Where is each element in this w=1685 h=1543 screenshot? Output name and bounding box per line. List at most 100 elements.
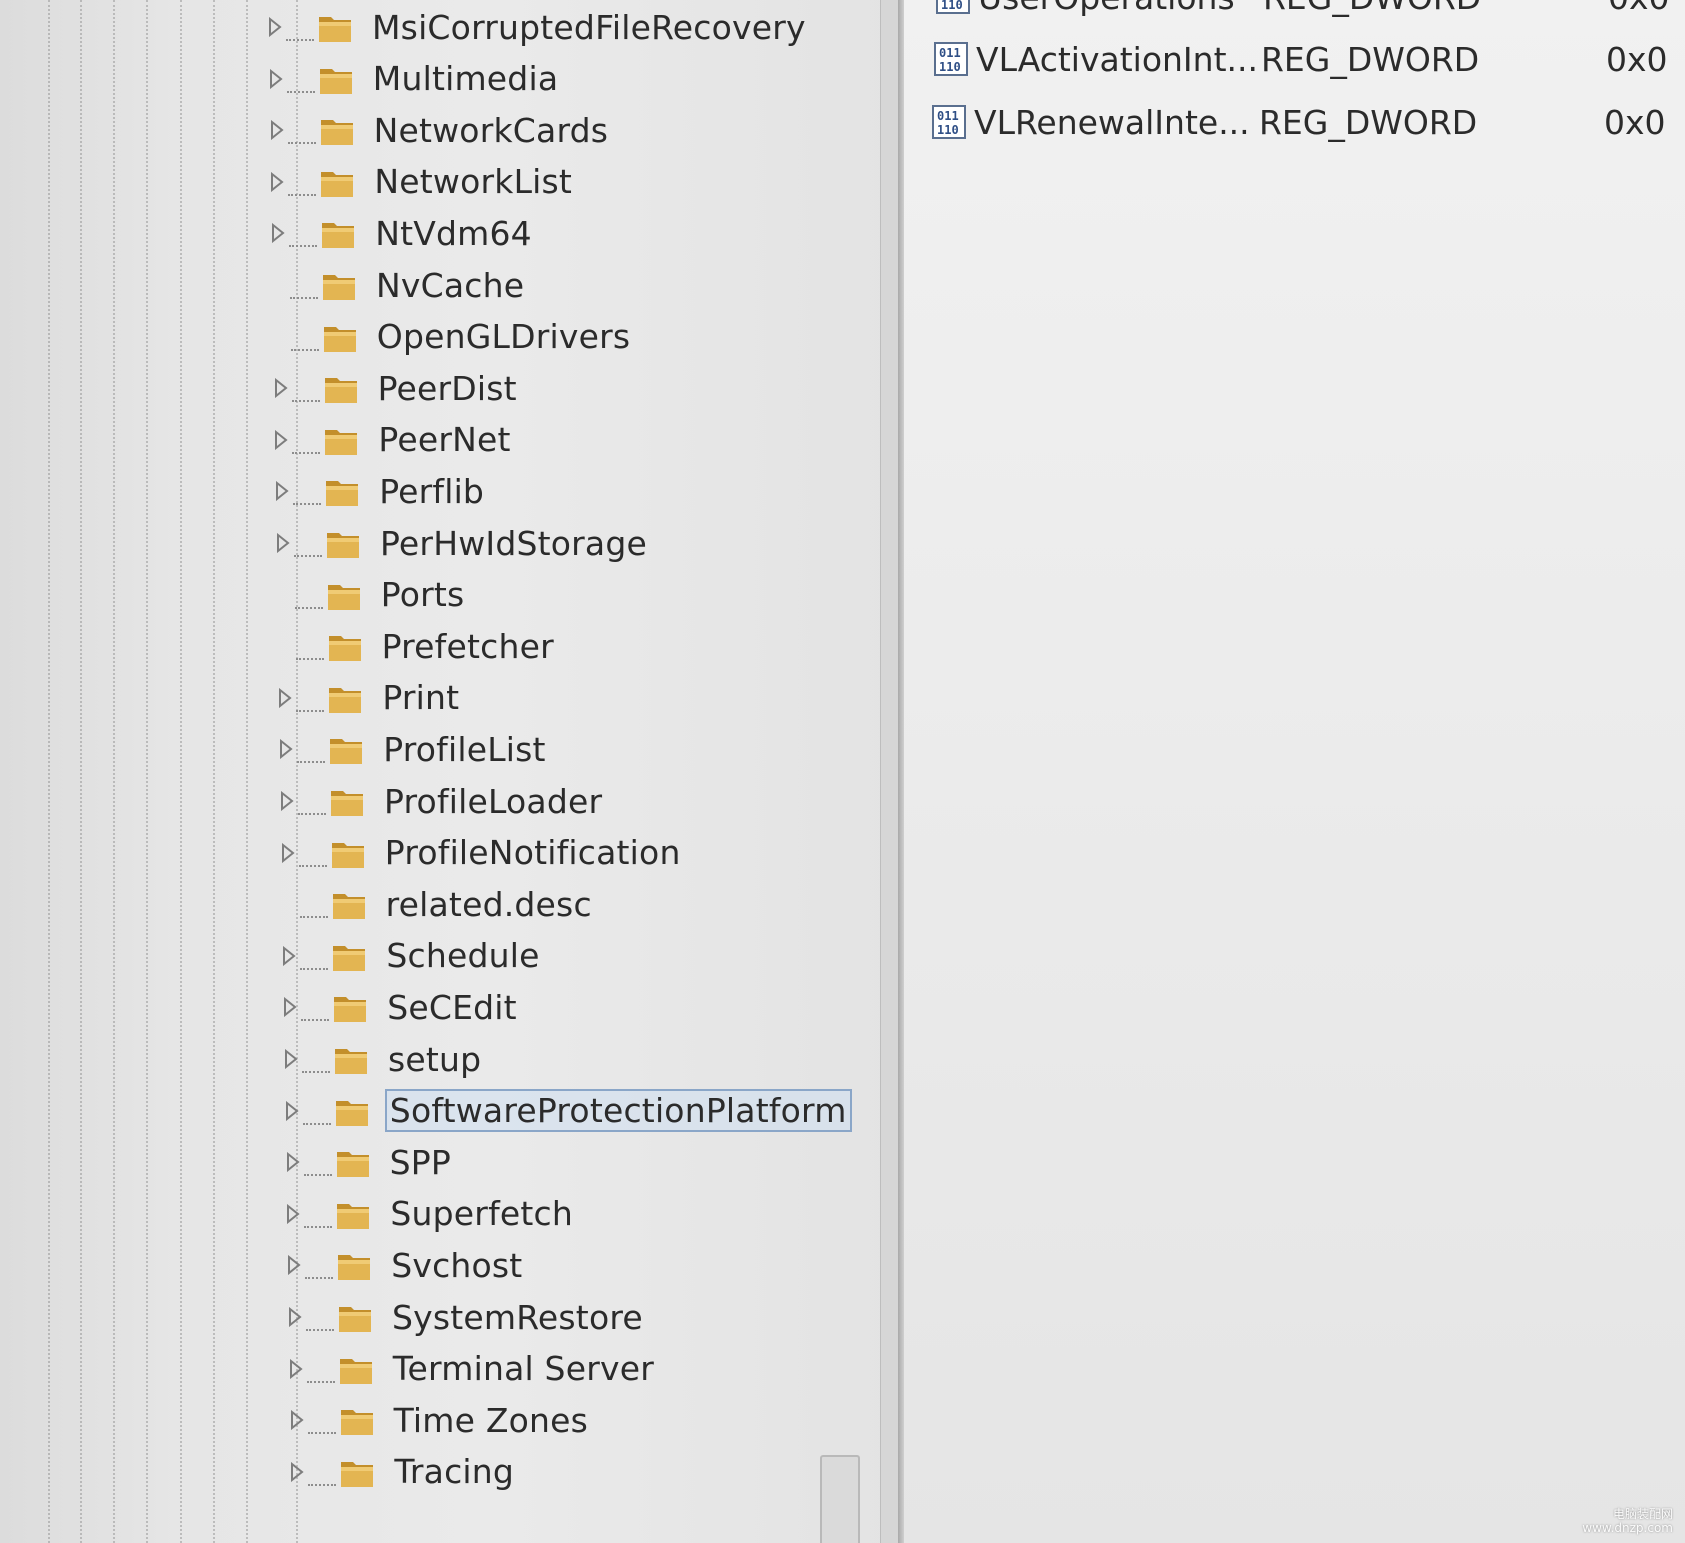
tree-item-svchost[interactable]: Svchost xyxy=(285,1242,526,1288)
tree-item-label: ProfileLoader xyxy=(384,781,603,821)
expand-arrow-icon[interactable] xyxy=(280,945,329,970)
registry-key-tree-pane[interactable]: MsiCorruptedFileRecovery Multimedia Networ… xyxy=(0,0,898,1543)
expand-arrow-icon[interactable] xyxy=(277,738,326,764)
expand-arrow-icon[interactable] xyxy=(288,1461,337,1486)
value-data: 0x0 xyxy=(1608,0,1685,17)
tree-item-secedit[interactable]: SeCEdit xyxy=(281,984,521,1030)
expand-arrow-icon[interactable] xyxy=(285,1254,334,1280)
value-data: 0x0 xyxy=(1604,102,1666,142)
tree-item-peerdist[interactable]: PeerDist xyxy=(272,365,521,411)
expand-arrow-icon[interactable] xyxy=(287,1358,335,1383)
expand-arrow-icon[interactable] xyxy=(272,377,320,403)
tree-item-label: ProfileNotification xyxy=(384,833,681,873)
tree-item-perflib[interactable]: Perflib xyxy=(273,468,488,514)
folder-icon xyxy=(327,730,365,768)
tree-item-label: ProfileList xyxy=(383,729,546,769)
registry-editor-window: MsiCorruptedFileRecovery Multimedia Networ… xyxy=(0,0,1685,1543)
expand-arrow-icon[interactable] xyxy=(274,532,322,557)
tree-item-label: Svchost xyxy=(391,1245,523,1285)
expand-arrow-icon[interactable] xyxy=(288,1409,336,1435)
tree-item-msicorruptedfilerecovery[interactable]: MsiCorruptedFileRecovery xyxy=(266,4,810,50)
tree-item-label: PeerDist xyxy=(377,368,517,408)
expand-arrow-icon[interactable] xyxy=(266,16,314,41)
folder-icon xyxy=(319,214,357,252)
tree-branch-connector xyxy=(271,326,319,351)
tree-item-prefetcher[interactable]: Prefetcher xyxy=(276,623,558,669)
tree-item-superfetch[interactable]: Superfetch xyxy=(284,1191,577,1237)
reg-dword-icon: 011110 xyxy=(930,103,968,141)
expand-arrow-icon[interactable] xyxy=(276,687,325,712)
tree-item-systemrestore[interactable]: SystemRestore xyxy=(286,1294,647,1340)
registry-values-pane[interactable]: 011110UserOperationsREG_DWORD0x0 011110VL… xyxy=(904,0,1685,1543)
svg-text:011: 011 xyxy=(939,46,961,60)
tree-item-label: MsiCorruptedFileRecovery xyxy=(372,7,806,47)
tree-item-profilenotification[interactable]: ProfileNotification xyxy=(279,830,685,876)
tree-item-schedule[interactable]: Schedule xyxy=(280,933,543,979)
tree-item-label: Time Zones xyxy=(393,1400,589,1440)
value-type: REG_DWORD xyxy=(1261,39,1480,79)
tree-item-label: Multimedia xyxy=(372,59,559,99)
tree-item-label: NtVdm64 xyxy=(375,213,532,253)
expand-arrow-icon[interactable] xyxy=(284,1151,332,1177)
registry-value-row[interactable]: 011110 UserOperationsREG_DWORD0x0 xyxy=(934,0,1685,24)
expand-arrow-icon[interactable] xyxy=(286,1306,334,1331)
tree-branch-line xyxy=(300,967,329,970)
registry-value-row[interactable]: 011 110 VLActivationInt... REG_DWORD 0x0 xyxy=(932,32,1685,86)
expand-arrow-icon[interactable] xyxy=(267,68,315,93)
tree-item-peernet[interactable]: PeerNet xyxy=(272,417,514,463)
expand-arrow-icon[interactable] xyxy=(282,1048,330,1073)
tree-item-opengldrivers[interactable]: OpenGLDrivers xyxy=(271,314,634,360)
tree-item-label: PerHwIdStorage xyxy=(380,523,647,563)
tree-item-perhwidstorage[interactable]: PerHwIdStorage xyxy=(274,520,651,566)
expand-arrow-icon[interactable] xyxy=(279,842,327,867)
tree-branch-line xyxy=(303,1174,332,1177)
tree-item-nvcache[interactable]: NvCache xyxy=(270,262,528,308)
tree-scrollbar-track[interactable] xyxy=(880,0,898,1543)
tree-branch-line xyxy=(301,1019,330,1022)
folder-icon xyxy=(333,1092,371,1130)
tree-branch-connector xyxy=(276,635,324,661)
tree-item-label: related.desc xyxy=(385,884,592,924)
expand-arrow-icon[interactable] xyxy=(268,119,316,145)
tree-branch-line xyxy=(302,1122,331,1125)
value-type: REG_DWORD xyxy=(1263,0,1608,17)
expand-arrow-icon[interactable] xyxy=(283,1100,331,1125)
tree-item-print[interactable]: Print xyxy=(276,675,463,721)
folder-icon xyxy=(318,163,356,201)
tree-item-setup[interactable]: setup xyxy=(282,1036,485,1082)
tree-item-label: SoftwareProtectionPlatform xyxy=(384,1089,852,1133)
tree-item-label: Ports xyxy=(380,575,465,615)
tree-item-networkcards[interactable]: NetworkCards xyxy=(268,107,613,153)
expand-arrow-icon[interactable] xyxy=(269,222,318,248)
value-name: VLActivationInt... xyxy=(976,39,1258,79)
expand-arrow-icon[interactable] xyxy=(272,429,321,454)
expand-arrow-icon[interactable] xyxy=(278,790,326,815)
tree-item-profileloader[interactable]: ProfileLoader xyxy=(278,778,606,824)
tree-item-time-zones[interactable]: Time Zones xyxy=(288,1397,592,1443)
tree-branch-line xyxy=(304,1225,333,1228)
tree-item-softwareprotectionplatform[interactable]: SoftwareProtectionPlatform xyxy=(283,1088,852,1134)
tree-item-spp[interactable]: SPP xyxy=(284,1139,455,1185)
tree-scrollbar-thumb[interactable] xyxy=(820,1455,860,1543)
folder-icon xyxy=(325,576,363,614)
tree-branch-line xyxy=(298,813,326,815)
tree-item-label: OpenGLDrivers xyxy=(376,317,631,357)
value-type: REG_DWORD xyxy=(1259,102,1478,142)
tree-item-profilelist[interactable]: ProfileList xyxy=(277,726,550,772)
tree-branch-line xyxy=(286,90,315,93)
watermark-line2: www.dnzp.com xyxy=(1582,1521,1673,1535)
tree-item-networklist[interactable]: NetworkList xyxy=(268,159,576,205)
tree-item-related-desc[interactable]: related.desc xyxy=(280,881,596,927)
expand-arrow-icon[interactable] xyxy=(268,171,317,196)
tree-item-tracing[interactable]: Tracing xyxy=(288,1449,518,1495)
value-data: 0x0 xyxy=(1606,39,1668,79)
tree-item-terminal-server[interactable]: Terminal Server xyxy=(287,1346,658,1392)
expand-arrow-icon[interactable] xyxy=(284,1203,333,1228)
expand-arrow-icon[interactable] xyxy=(281,996,330,1022)
tree-item-multimedia[interactable]: Multimedia xyxy=(267,56,562,102)
tree-item-ntvdm64[interactable]: NtVdm64 xyxy=(269,210,536,256)
expand-arrow-icon[interactable] xyxy=(273,480,322,506)
registry-value-row[interactable]: 011 110 VLRenewalInte... REG_DWORD 0x0 xyxy=(930,95,1685,149)
tree-branch-line xyxy=(291,400,320,403)
tree-item-ports[interactable]: Ports xyxy=(275,572,469,618)
